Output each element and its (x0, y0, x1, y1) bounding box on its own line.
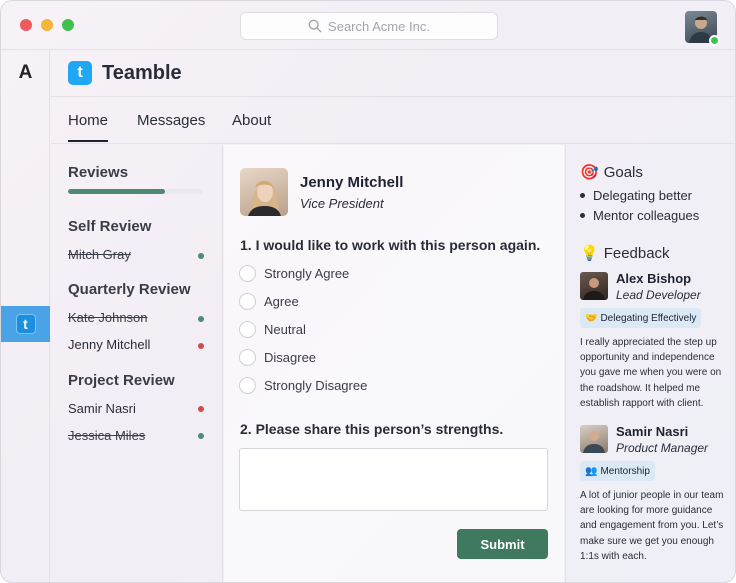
status-pending-dot (198, 343, 204, 349)
feedback-title: Feedback (603, 244, 670, 262)
option-disagree[interactable]: Disagree (239, 348, 316, 366)
tab-home[interactable]: Home (68, 112, 109, 142)
search-placeholder: Search Acme Inc. (328, 18, 430, 34)
close-window-button[interactable] (20, 19, 32, 31)
status-done-dot (198, 253, 204, 259)
feedback-author-name: Alex Bishop (616, 271, 692, 286)
status-done-dot (198, 433, 204, 439)
question-1: 1. I would like to work with this person… (240, 237, 541, 253)
feedback-author-photo (580, 425, 608, 453)
employee-role: Vice President (300, 196, 384, 211)
option-agree[interactable]: Agree (239, 292, 299, 310)
radio-button[interactable] (239, 292, 256, 310)
insights-panel: 🎯 Goals Delegating better Mentor colleag… (565, 145, 735, 582)
app-header: t Teamble (51, 50, 735, 97)
people-icon: 👥 (585, 465, 598, 477)
online-status-icon (709, 35, 720, 46)
search-icon (308, 19, 322, 33)
feedback-text: A lot of junior people in our team are l… (580, 490, 724, 562)
employee-photo (240, 168, 288, 216)
bullet-icon (580, 213, 585, 218)
radio-button[interactable] (239, 376, 256, 394)
group-quarterly-review: Quarterly Review (68, 281, 191, 298)
goals-title: Goals (603, 163, 643, 181)
workspace-rail: A t (1, 50, 50, 582)
reviews-progress-fill (68, 189, 166, 194)
search-input[interactable]: Search Acme Inc. (240, 12, 498, 40)
review-person-samir-nasri[interactable]: Samir Nasri (68, 401, 136, 416)
group-self-review: Self Review (68, 218, 152, 235)
group-project-review: Project Review (68, 372, 175, 389)
option-strongly-agree[interactable]: Strongly Agree (239, 264, 349, 282)
status-pending-dot (198, 406, 204, 412)
feedback-tag: 👥 Mentorship (580, 461, 655, 481)
lightbulb-icon: 💡 (580, 245, 599, 262)
feedback-author-role: Lead Developer (616, 288, 701, 302)
status-done-dot (198, 316, 204, 322)
title-bar: Search Acme Inc. (1, 1, 735, 50)
review-person-jenny-mitchell[interactable]: Jenny Mitchell (68, 337, 150, 352)
feedback-tag: 🤝 Delegating Effectively (580, 308, 702, 328)
radio-button[interactable] (239, 264, 256, 282)
feedback-author-name: Samir Nasri (616, 424, 689, 439)
feedback-author-photo (580, 272, 608, 300)
tab-about[interactable]: About (232, 112, 271, 129)
app-name: Teamble (102, 62, 182, 84)
nav-tabs: Home Messages About (51, 98, 735, 144)
app-window: Search Acme Inc. A t t Teamble Home Mess… (0, 0, 736, 583)
teamble-logo-icon: t (68, 61, 92, 85)
review-person-kate-johnson[interactable]: Kate Johnson (68, 310, 148, 325)
goal-item: Delegating better (580, 188, 692, 203)
reviews-sidebar: Reviews Self Review Mitch Gray Quarterly… (51, 145, 223, 582)
submit-button[interactable]: Submit (457, 529, 548, 559)
radio-button[interactable] (239, 348, 256, 366)
target-icon: 🎯 (580, 164, 599, 181)
review-person-jessica-miles[interactable]: Jessica Miles (68, 428, 145, 443)
goals-heading: 🎯 Goals (580, 163, 643, 182)
option-strongly-disagree[interactable]: Strongly Disagree (239, 376, 367, 394)
workspace-switcher[interactable]: A (1, 62, 50, 84)
handshake-icon: 🤝 (585, 312, 598, 324)
minimize-window-button[interactable] (41, 19, 53, 31)
reviews-progress-bar (68, 189, 203, 194)
review-person-mitch-gray[interactable]: Mitch Gray (68, 247, 131, 262)
review-form: Jenny Mitchell Vice President 1. I would… (224, 145, 564, 582)
employee-name: Jenny Mitchell (300, 174, 404, 191)
maximize-window-button[interactable] (62, 19, 74, 31)
strengths-textarea[interactable] (239, 448, 548, 511)
reviews-title: Reviews (68, 164, 129, 181)
feedback-author-role: Product Manager (616, 441, 709, 455)
feedback-heading: 💡 Feedback (580, 244, 670, 263)
tab-messages[interactable]: Messages (137, 112, 205, 129)
goal-item: Mentor colleagues (580, 208, 699, 223)
radio-button[interactable] (239, 320, 256, 338)
rail-item-teamble[interactable]: t (1, 306, 50, 342)
option-neutral[interactable]: Neutral (239, 320, 306, 338)
teamble-app-icon: t (15, 314, 36, 334)
bullet-icon (580, 193, 585, 198)
user-avatar[interactable] (685, 11, 720, 46)
feedback-text: I really appreciated the step up opportu… (580, 337, 722, 409)
question-2: 2. Please share this person’s strengths. (240, 421, 504, 437)
